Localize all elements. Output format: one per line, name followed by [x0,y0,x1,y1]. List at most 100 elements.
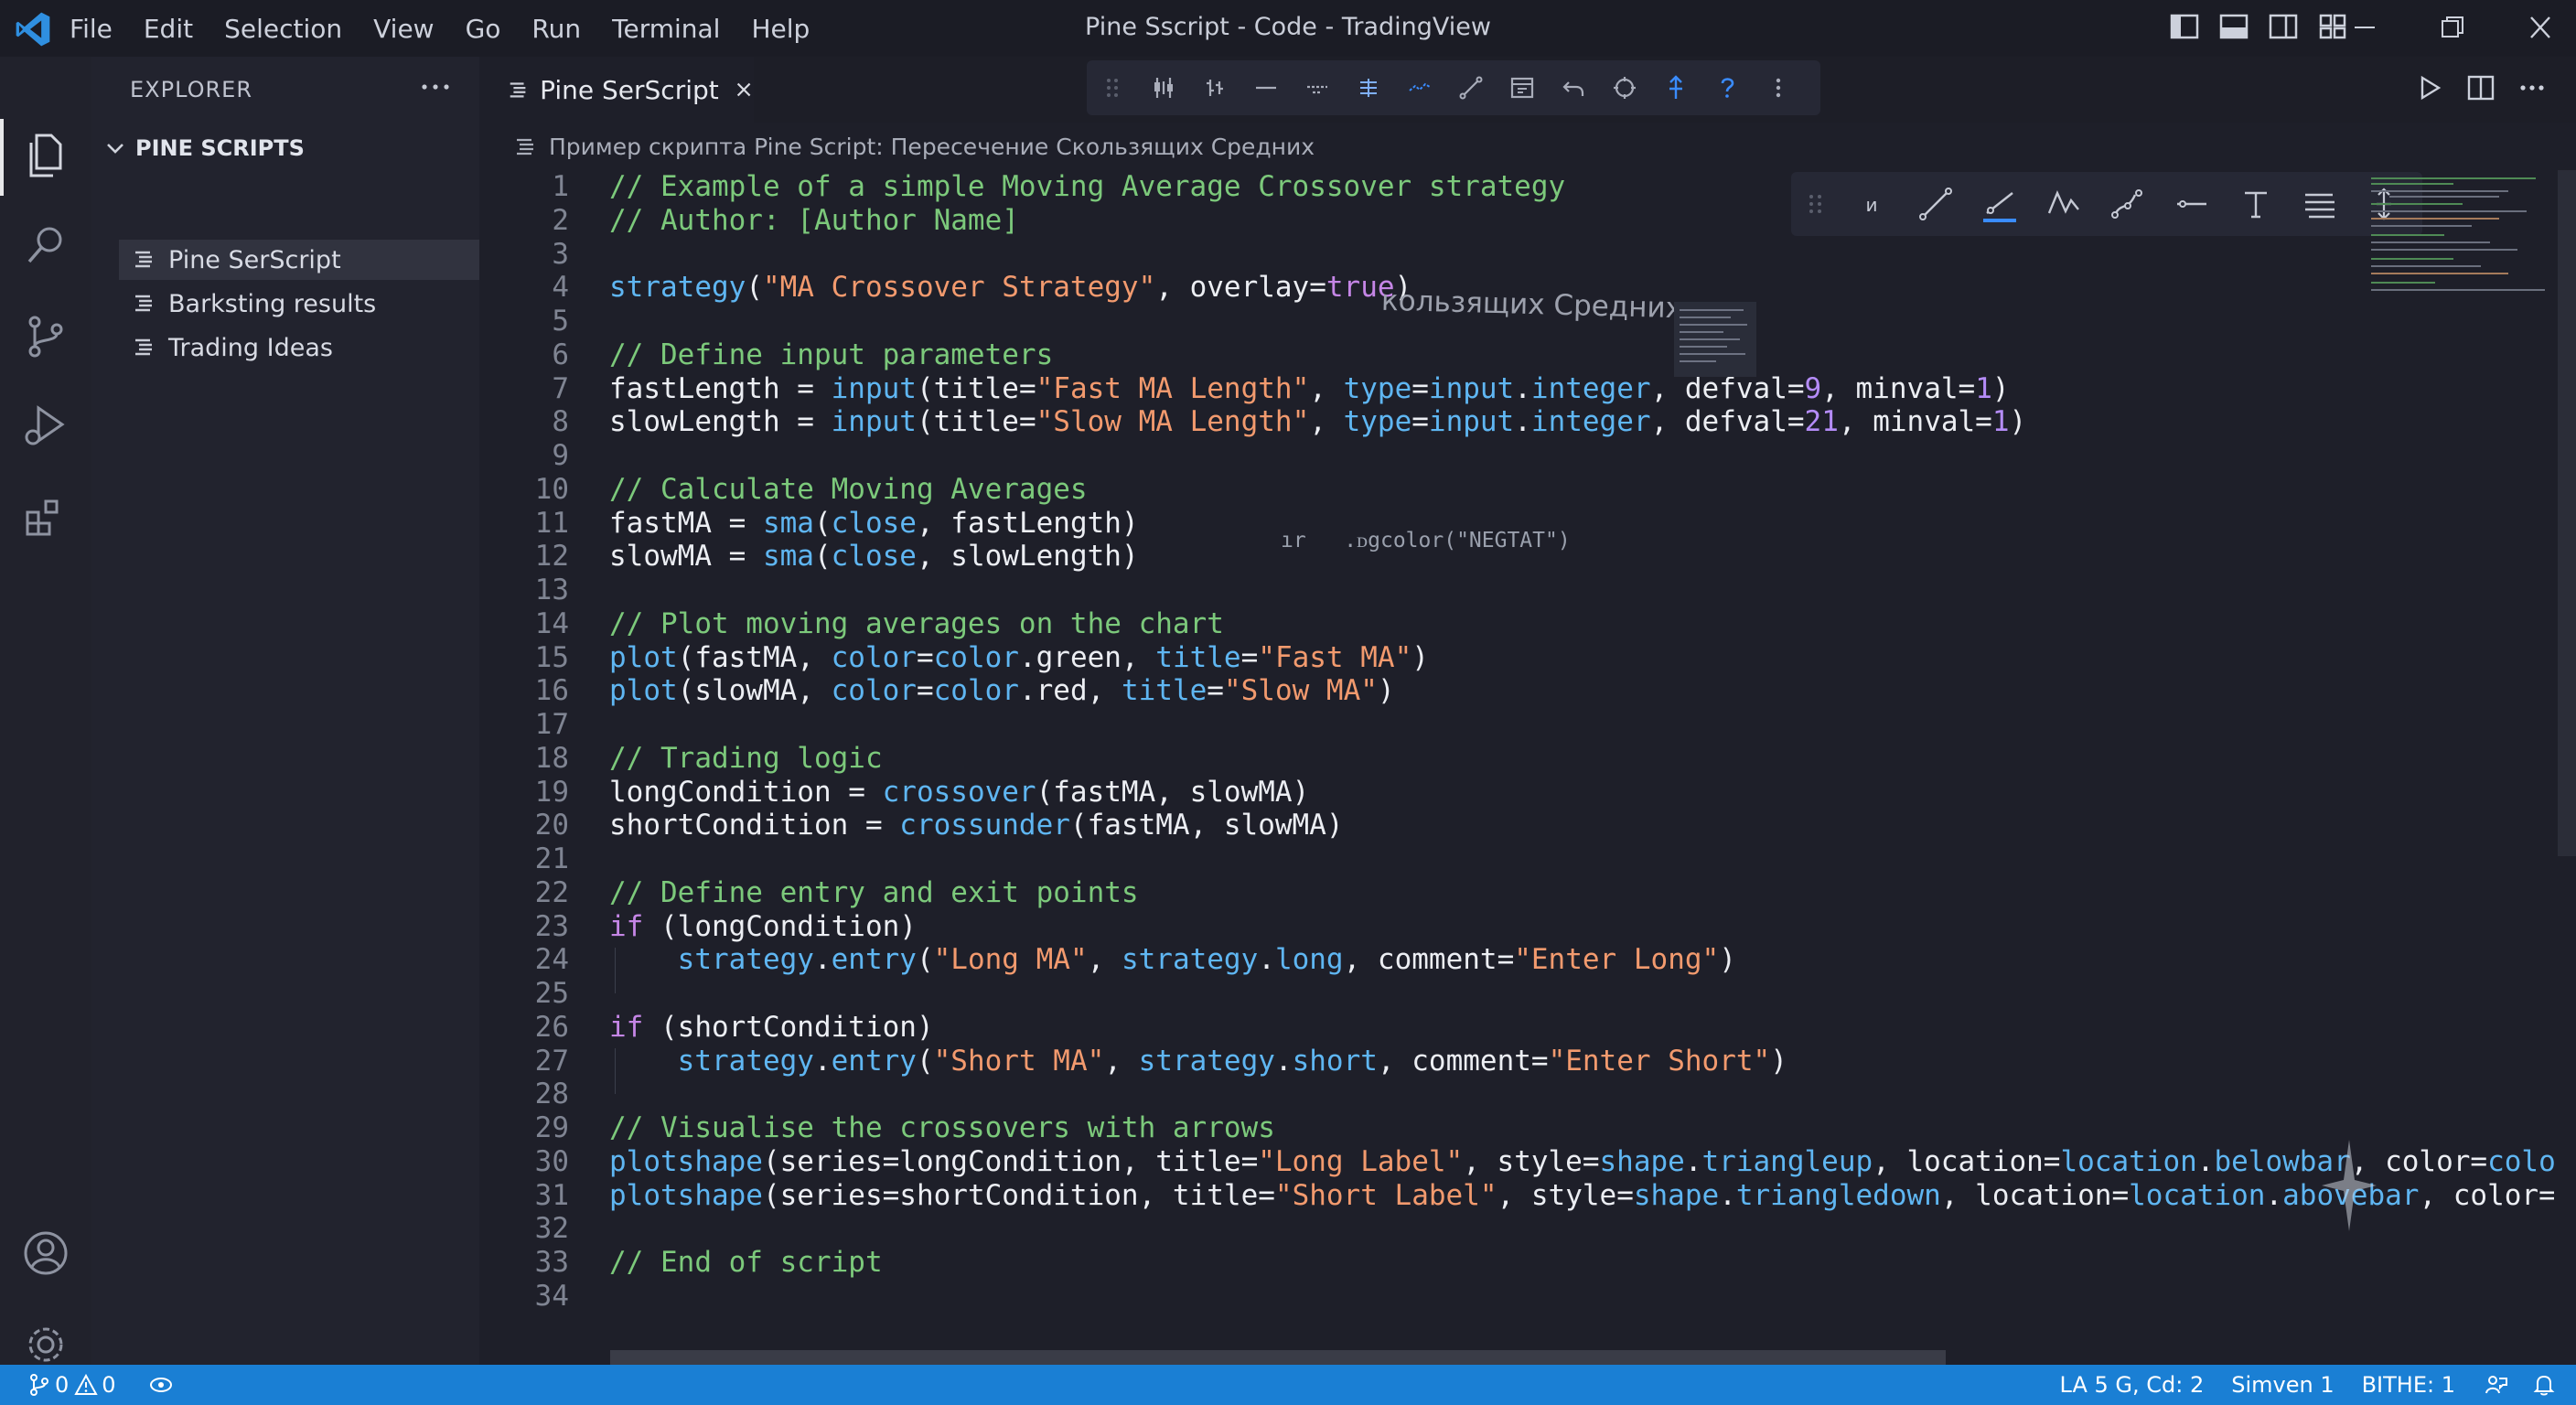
line-number: 18 [534,742,569,775]
curve-icon[interactable] [2108,184,2148,224]
section-header[interactable]: PINE SCRIPTS [102,130,305,166]
parallel-channel-icon[interactable] [2300,184,2340,224]
run-icon[interactable] [2415,73,2444,102]
code-token: ) [2009,405,2027,438]
candles-icon[interactable] [1150,74,1177,102]
tree-item[interactable]: Barksting results [119,284,479,324]
code-token: 9 [1804,372,1822,405]
code-token: slowLength = [609,405,832,438]
code-text: longCondition = crossover(fastMA, slowMA… [609,776,1309,810]
code-token: integer [1530,405,1651,438]
horizontal-ray-icon[interactable] [1304,74,1331,102]
status-item[interactable]: BITHE: 1 [2362,1372,2455,1398]
line-number: 15 [534,641,569,674]
vscode-logo-icon[interactable] [13,9,53,49]
code-token: color [2487,1145,2554,1178]
text-cursor-icon[interactable]: и [1852,184,1892,224]
code-token: ) [1411,641,1429,674]
more-actions-icon[interactable] [2517,73,2547,102]
feedback-icon[interactable] [2485,1373,2508,1397]
text-icon[interactable] [2236,184,2276,224]
code-token: , [1309,372,1344,405]
wave-icon[interactable] [1406,74,1433,102]
help-icon[interactable] [1713,74,1741,102]
drag-handle-icon[interactable] [1804,184,1828,224]
broadcast-indicator[interactable] [149,1373,173,1397]
close-window-icon[interactable] [2525,9,2556,46]
vertical-scrollbar[interactable] [2558,170,2576,856]
menu-go[interactable]: Go [466,14,501,44]
trend-line-icon[interactable] [1916,184,1956,224]
menu-help[interactable]: Help [751,14,810,44]
toggle-primary-sidebar-icon[interactable] [2170,13,2199,40]
cursor-position[interactable]: LA 5 G, Cd: 2 [2060,1372,2205,1398]
chart-panel-icon[interactable] [1508,74,1536,102]
horizontal-ray-icon[interactable] [2172,184,2212,224]
code-token: triangledown [1735,1179,1941,1212]
code-token: location [2060,1145,2197,1178]
toggle-secondary-sidebar-icon[interactable] [2269,13,2298,40]
code-token: (series=longCondition, title= [762,1145,1259,1178]
problems-indicator[interactable]: 0 0 [27,1372,116,1398]
more-vertical-icon[interactable] [1765,74,1792,102]
minimize-icon[interactable] [2349,9,2380,46]
source-control-icon [30,1374,48,1396]
code-token: . [1719,1179,1736,1212]
horizontal-line-icon[interactable] [1252,74,1280,102]
code-text: strategy.entry("Short MA", strategy.shor… [609,1045,1787,1078]
code-token: (fastMA, slowMA) [1036,776,1310,809]
menu-file[interactable]: File [70,14,113,44]
more-actions-icon[interactable] [417,73,454,101]
code-text: // Trading logic [609,742,883,776]
crosshair-icon[interactable] [1611,74,1638,102]
code-editor[interactable]: 1 // Example of a simple Moving Average C… [479,170,2554,1350]
code-token: "Long Label" [1258,1145,1464,1178]
code-token: strategy [677,1045,814,1078]
code-text: strategy("MA Crossover Strategy", overla… [609,271,1411,305]
status-item[interactable]: Simven 1 [2231,1372,2334,1398]
editor-tab[interactable]: Pine SerScript [479,57,754,123]
menu-view[interactable]: View [373,14,434,44]
code-token: slowMA = [609,540,763,573]
close-icon[interactable] [734,79,754,101]
menu-run[interactable]: Run [531,14,581,44]
code-token: strategy [677,943,814,976]
menu-edit[interactable]: Edit [144,14,193,44]
breadcrumb[interactable]: Пример скрипта Pine Script: Пересечение … [514,128,1315,165]
code-text: // Define input parameters [609,338,1053,372]
split-editor-icon[interactable] [2466,73,2496,102]
menu-terminal[interactable]: Terminal [612,14,720,44]
code-token: title [1155,641,1241,674]
undo-icon[interactable] [1560,74,1587,102]
minimap[interactable] [2371,170,2554,307]
horizontal-scrollbar[interactable] [610,1350,1946,1365]
tree-item[interactable]: Pine SerScript [119,240,479,280]
magnet-icon[interactable] [1662,74,1690,102]
code-token: ) [1719,943,1736,976]
code-line: 28 [479,1078,2554,1111]
path-icon[interactable] [2044,184,2084,224]
file-lines-icon [517,138,533,156]
run-debug-icon[interactable] [18,399,73,454]
trend-line-icon[interactable] [1457,74,1485,102]
code-token: input [831,372,917,405]
code-token: ) [1377,674,1395,707]
drag-handle-icon[interactable] [1099,74,1126,102]
toggle-panel-icon[interactable] [2219,13,2249,40]
search-icon[interactable] [18,218,73,273]
menu-selection[interactable]: Selection [224,14,342,44]
gear-icon[interactable] [18,1317,73,1372]
files-icon[interactable] [18,128,73,183]
tree-item[interactable]: Trading Ideas [119,327,479,368]
extensions-icon[interactable] [18,490,73,545]
line-number: 22 [534,876,569,909]
fib-icon[interactable] [1355,74,1382,102]
code-token: = [1411,405,1429,438]
bars-icon[interactable] [1201,74,1229,102]
ray-line-icon[interactable] [1980,184,2020,224]
customize-layout-icon[interactable] [2318,13,2347,40]
restore-icon[interactable] [2437,9,2468,46]
account-icon[interactable] [18,1226,73,1281]
bell-icon[interactable] [2532,1373,2556,1397]
source-control-icon[interactable] [18,309,73,364]
